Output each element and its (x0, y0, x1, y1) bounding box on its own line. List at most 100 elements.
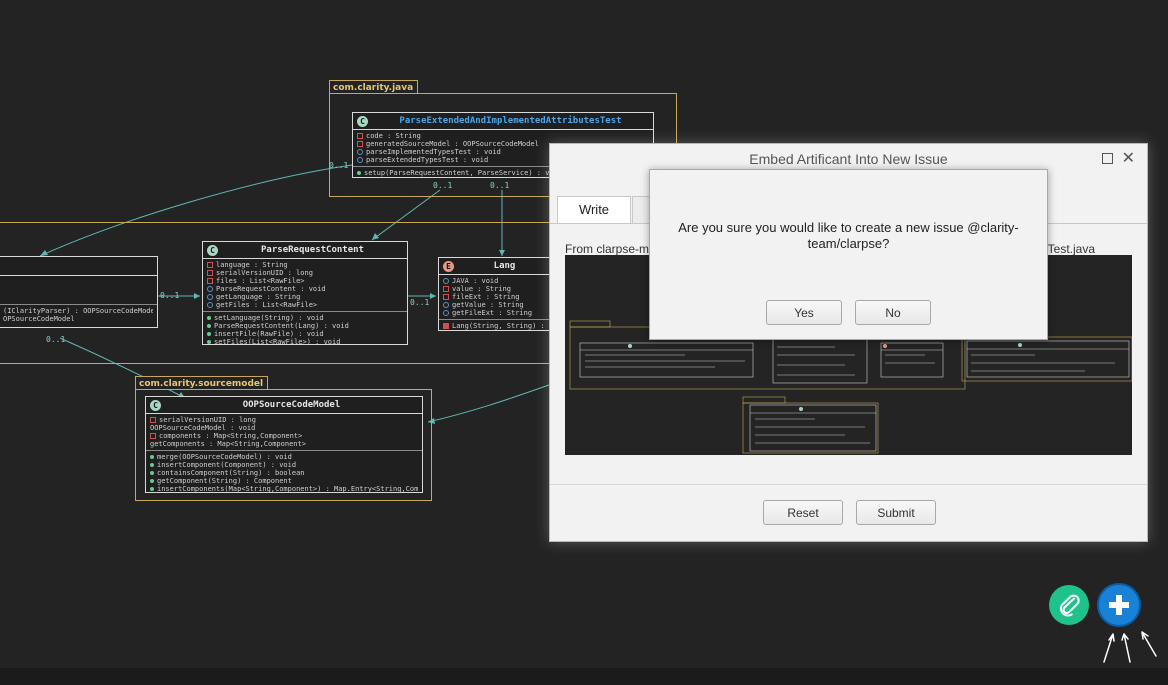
private-field-icon (207, 262, 213, 268)
mouse-cursor-icon (1103, 631, 1157, 663)
multiplicity-label: 0..1 (433, 181, 453, 190)
public-method-icon (207, 324, 211, 328)
maximize-icon[interactable] (1102, 153, 1113, 164)
yes-button[interactable]: Yes (766, 300, 842, 325)
multiplicity-label: 0..1 (329, 161, 349, 170)
package-field-icon (443, 302, 449, 308)
package-tab-sourcemodel: com.clarity.sourcemodel (135, 376, 269, 390)
field: language : String (216, 261, 288, 269)
package-field-icon (357, 157, 363, 163)
field: JAVA : void (452, 277, 499, 285)
package-field-icon (357, 149, 363, 155)
package-label: com.clarity.sourcemodel (139, 379, 264, 389)
private-field-icon (357, 133, 363, 139)
private-field-icon (357, 141, 363, 147)
class-box-lang[interactable]: E Lang JAVA : void value : String fileExt… (438, 257, 556, 331)
method: containsComponent(String) : boolean (157, 469, 305, 477)
field: value : String (452, 285, 512, 293)
public-method-icon (357, 171, 361, 175)
submit-button[interactable]: Submit (856, 500, 936, 525)
method: setLanguage(String) : void (214, 314, 324, 322)
field: getValue : String (452, 301, 524, 309)
method: (IClarityParser) : OOPSourceCodeModel (3, 307, 153, 315)
field: generatedSourceModel : OOPSourceCodeMode… (366, 140, 539, 148)
dialog-title: Embed Artificant Into New Issue (749, 151, 948, 167)
class-name[interactable]: ParseRequestContent (218, 245, 407, 255)
confirm-dialog: Are you sure you would like to create a … (649, 169, 1048, 340)
multiplicity-label: 0..1 (410, 298, 430, 307)
class-badge-icon: C (357, 115, 368, 127)
field: fileExt : String (452, 293, 520, 301)
method: setFiles(List<RawFile>) : void (214, 338, 341, 346)
private-field-icon (150, 433, 156, 439)
class-box-model[interactable]: C OOPSourceCodeModel serialVersionUID : l… (145, 396, 423, 493)
paperclip-icon (1059, 594, 1080, 617)
field: getFiles : List<RawFile> (216, 301, 318, 309)
field: serialVersionUID : long (216, 269, 313, 277)
tab-write[interactable]: Write (557, 196, 631, 223)
source-file-text: sTest.java (1041, 242, 1095, 256)
bottom-strip (0, 668, 1168, 685)
close-icon[interactable]: ✕ (1122, 144, 1135, 174)
multiplicity-label: 0..1 (160, 291, 180, 300)
source-path-text: From clarpse-mas (565, 242, 662, 256)
public-method-icon (150, 463, 154, 467)
field: getLanguage : String (216, 293, 301, 301)
private-field-icon (150, 417, 156, 423)
field: parseExtendedTypesTest : void (366, 156, 489, 164)
private-field-icon (207, 278, 213, 284)
method: getComponent(String) : Component (157, 477, 292, 485)
class-name[interactable]: OOPSourceCodeModel (161, 400, 422, 410)
plus-icon (1109, 595, 1129, 615)
class-badge-icon: C (150, 399, 161, 411)
method: OPSourceCodeModel (3, 315, 75, 323)
public-method-icon (150, 487, 154, 491)
enum-badge-icon: E (443, 260, 454, 272)
package-field-icon (443, 310, 449, 316)
class-badge-icon: C (207, 244, 218, 256)
public-method-icon (207, 340, 211, 344)
field: OOPSourceCodeModel : void (150, 424, 256, 432)
package-field-icon (207, 286, 213, 292)
private-method-icon (443, 323, 449, 329)
field: files : List<RawFile> (216, 277, 305, 285)
no-button[interactable]: No (855, 300, 931, 325)
method: insertComponents(Map<String,Component>) … (157, 485, 418, 493)
package-label: com.clarity.java (333, 83, 414, 93)
package-field-icon (207, 294, 213, 300)
public-method-icon (150, 479, 154, 483)
dialog-footer: Reset Submit (550, 484, 1147, 525)
package-field-icon (207, 302, 213, 308)
field: parseImplementedTypesTest : void (366, 148, 501, 156)
private-field-icon (443, 294, 449, 300)
method: ParseRequestContent(Lang) : void (214, 322, 349, 330)
attach-button[interactable] (1049, 585, 1089, 625)
class-box-request[interactable]: C ParseRequestContent language : String s… (202, 241, 408, 346)
class-name[interactable]: Lang (454, 261, 555, 271)
field: code : String (366, 132, 421, 140)
reset-button[interactable]: Reset (763, 500, 843, 525)
public-method-icon (150, 471, 154, 475)
method: insertComponent(Component) : void (157, 461, 297, 469)
field: getComponents : Map<String,Component> (150, 440, 306, 448)
private-field-icon (443, 286, 449, 292)
method: setup(ParseRequestContent, ParseService)… (364, 169, 563, 177)
field: serialVersionUID : long (159, 416, 256, 424)
field: components : Map<String,Component> (159, 432, 303, 440)
method: insertFile(RawFile) : void (214, 330, 324, 338)
add-button[interactable] (1099, 585, 1139, 625)
confirm-message: Are you sure you would like to create a … (678, 220, 1019, 251)
public-method-icon (207, 316, 211, 320)
field: ParseRequestContent : void (216, 285, 326, 293)
method: merge(OOPSourceCodeModel) : void (157, 453, 292, 461)
class-name[interactable]: ParseExtendedAndImplementedAttributesTes… (368, 116, 653, 126)
package-field-icon (443, 278, 449, 284)
private-field-icon (207, 270, 213, 276)
multiplicity-label: 0..1 (46, 335, 66, 344)
public-method-icon (207, 332, 211, 336)
package-tab-java: com.clarity.java (329, 80, 419, 94)
field: getFileExt : String (452, 309, 533, 317)
method: Lang(String, String) : void (452, 322, 551, 330)
class-box-partial[interactable]: (IClarityParser) : OOPSourceCodeModel OP… (0, 256, 158, 328)
multiplicity-label: 0..1 (490, 181, 510, 190)
